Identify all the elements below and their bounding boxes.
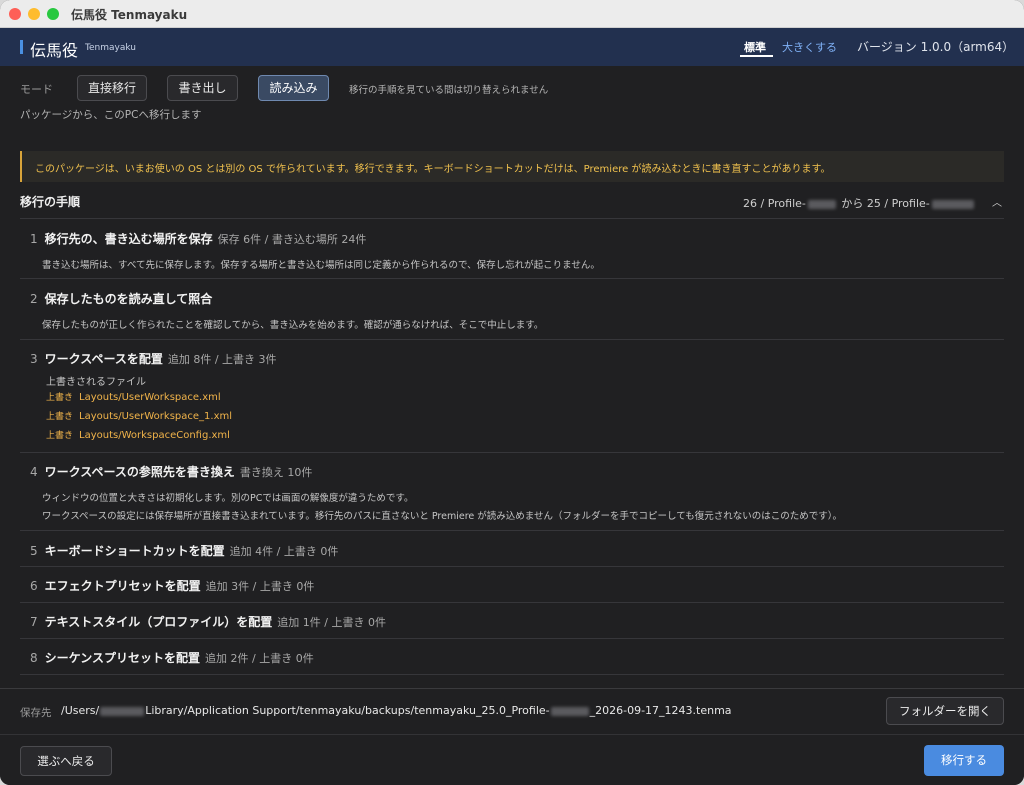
app-name: 伝馬役: [30, 41, 79, 60]
save-path: /Users/Library/Application Support/tenma…: [61, 704, 732, 717]
mode-note: 移行の手順を見ている間は切り替えられません: [349, 85, 549, 96]
size-large-tab[interactable]: 大きくする: [782, 39, 837, 55]
redacted-text: [550, 706, 589, 716]
mode-direct-button[interactable]: 直接移行: [77, 75, 147, 101]
step-8-header: 8 シーケンスプリセットを配置 追加 2件 / 上書き 0件: [30, 651, 314, 665]
mode-export-button[interactable]: 書き出し: [167, 75, 238, 101]
migrate-button[interactable]: 移行する: [924, 745, 1004, 776]
step-4-count: 書き換え 10件: [239, 466, 313, 479]
redacted-text: [807, 199, 836, 209]
step-5-title: キーボードショートカットを配置: [44, 544, 225, 558]
step-4-detail-2: ワークスペースの設定には保存場所が直接書き込まれています。移行先のパスに直さない…: [42, 511, 842, 522]
step-6-header: 6 エフェクトプリセットを配置 追加 3件 / 上書き 0件: [30, 579, 315, 593]
divider: [20, 674, 1004, 675]
mode-label: モード: [20, 83, 53, 96]
back-to-select-button[interactable]: 選ぶへ戻る: [20, 746, 112, 776]
step-8-count: 追加 2件 / 上書き 0件: [205, 652, 314, 665]
step-8-title: シーケンスプリセットを配置: [44, 651, 201, 665]
app-window: 伝馬役 Tenmayaku 伝馬役 Tenmayaku 標準 大きくする バージ…: [0, 0, 1024, 785]
brand-accent-bar: [20, 40, 23, 54]
chevron-up-icon[interactable]: ︿: [992, 194, 1002, 209]
file-row: 上書き Layouts/WorkspaceConfig.xml: [46, 430, 230, 441]
size-standard-underline: [740, 55, 773, 57]
step-4-header: 4 ワークスペースの参照先を書き換え 書き換え 10件: [30, 465, 313, 479]
os-warning-banner: このパッケージは、いまお使いの OS とは別の OS で作られています。移行でき…: [20, 151, 1004, 182]
step-1-header: 1 移行先の、書き込む場所を保存 保存 6件 / 書き込む場所 24件: [30, 232, 367, 246]
divider: [20, 339, 1004, 340]
divider: [20, 278, 1004, 279]
window-title: 伝馬役 Tenmayaku: [71, 8, 188, 22]
save-location-label: 保存先: [20, 707, 52, 719]
app-name-sub: Tenmayaku: [85, 43, 136, 53]
step-2-detail: 保存したものが正しく作られたことを確認してから、書き込みを始めます。確認が通らな…: [42, 320, 544, 331]
file-row: 上書き Layouts/UserWorkspace_1.xml: [46, 411, 233, 422]
step-2-title: 保存したものを読み直して照合: [44, 292, 213, 306]
step-7-count: 追加 1件 / 上書き 0件: [277, 616, 386, 629]
zoom-window-button[interactable]: [47, 8, 59, 20]
open-folder-button[interactable]: フォルダーを開く: [886, 697, 1004, 725]
step-1-count: 保存 6件 / 書き込む場所 24件: [217, 233, 367, 246]
title-bar: 伝馬役 Tenmayaku: [0, 0, 1024, 28]
step-3-header: 3 ワークスペースを配置 追加 8件 / 上書き 3件: [30, 352, 277, 366]
step-7-header: 7 テキストスタイル（プロファイル）を配置 追加 1件 / 上書き 0件: [30, 615, 386, 629]
divider: [20, 638, 1004, 639]
footer: 保存先 /Users/Library/Application Support/t…: [0, 688, 1024, 785]
steps-title: 移行の手順: [20, 195, 81, 209]
step-6-count: 追加 3件 / 上書き 0件: [205, 580, 315, 593]
step-3-title: ワークスペースを配置: [44, 352, 163, 366]
version-label: バージョン 1.0.0（arm64）: [857, 40, 1015, 54]
footer-divider: [0, 734, 1024, 735]
file-row: 上書き Layouts/UserWorkspace.xml: [46, 392, 221, 403]
warning-text: このパッケージは、いまお使いの OS とは別の OS で作られています。移行でき…: [35, 164, 831, 175]
app-header: 伝馬役 Tenmayaku 標準 大きくする バージョン 1.0.0（arm64…: [0, 28, 1024, 66]
step-5-count: 追加 4件 / 上書き 0件: [229, 545, 339, 558]
step-4-title: ワークスペースの参照先を書き換え: [44, 465, 235, 479]
mode-description: パッケージから、このPCへ移行します: [20, 109, 202, 121]
step-1-title: 移行先の、書き込む場所を保存: [44, 232, 213, 246]
step-1-detail: 書き込む場所は、すべて先に保存します。保存する場所と書き込む場所は同じ定義から作…: [42, 260, 600, 271]
divider: [20, 452, 1004, 453]
divider: [20, 602, 1004, 603]
minimize-window-button[interactable]: [28, 8, 40, 20]
step-6-title: エフェクトプリセットを配置: [44, 579, 201, 593]
redacted-text: [100, 706, 145, 716]
step-2-header: 2 保存したものを読み直して照合: [30, 292, 213, 306]
step-3-count: 追加 8件 / 上書き 3件: [167, 353, 277, 366]
step-7-title: テキストスタイル（プロファイル）を配置: [44, 615, 273, 629]
overwritten-files-label: 上書きされるファイル: [46, 377, 146, 388]
step-4-detail-1: ウィンドウの位置と大きさは初期化します。別のPCでは画面の解像度が違うためです。: [42, 493, 414, 504]
size-standard-tab[interactable]: 標準: [744, 39, 766, 55]
profile-range: 26 / Profile- から 25 / Profile-: [743, 195, 976, 211]
step-5-header: 5 キーボードショートカットを配置 追加 4件 / 上書き 0件: [30, 544, 339, 558]
redacted-text: [931, 199, 974, 209]
mode-import-button[interactable]: 読み込み: [258, 75, 329, 101]
close-window-button[interactable]: [9, 8, 21, 20]
divider: [20, 530, 1004, 531]
divider: [20, 218, 1004, 219]
divider: [20, 566, 1004, 567]
